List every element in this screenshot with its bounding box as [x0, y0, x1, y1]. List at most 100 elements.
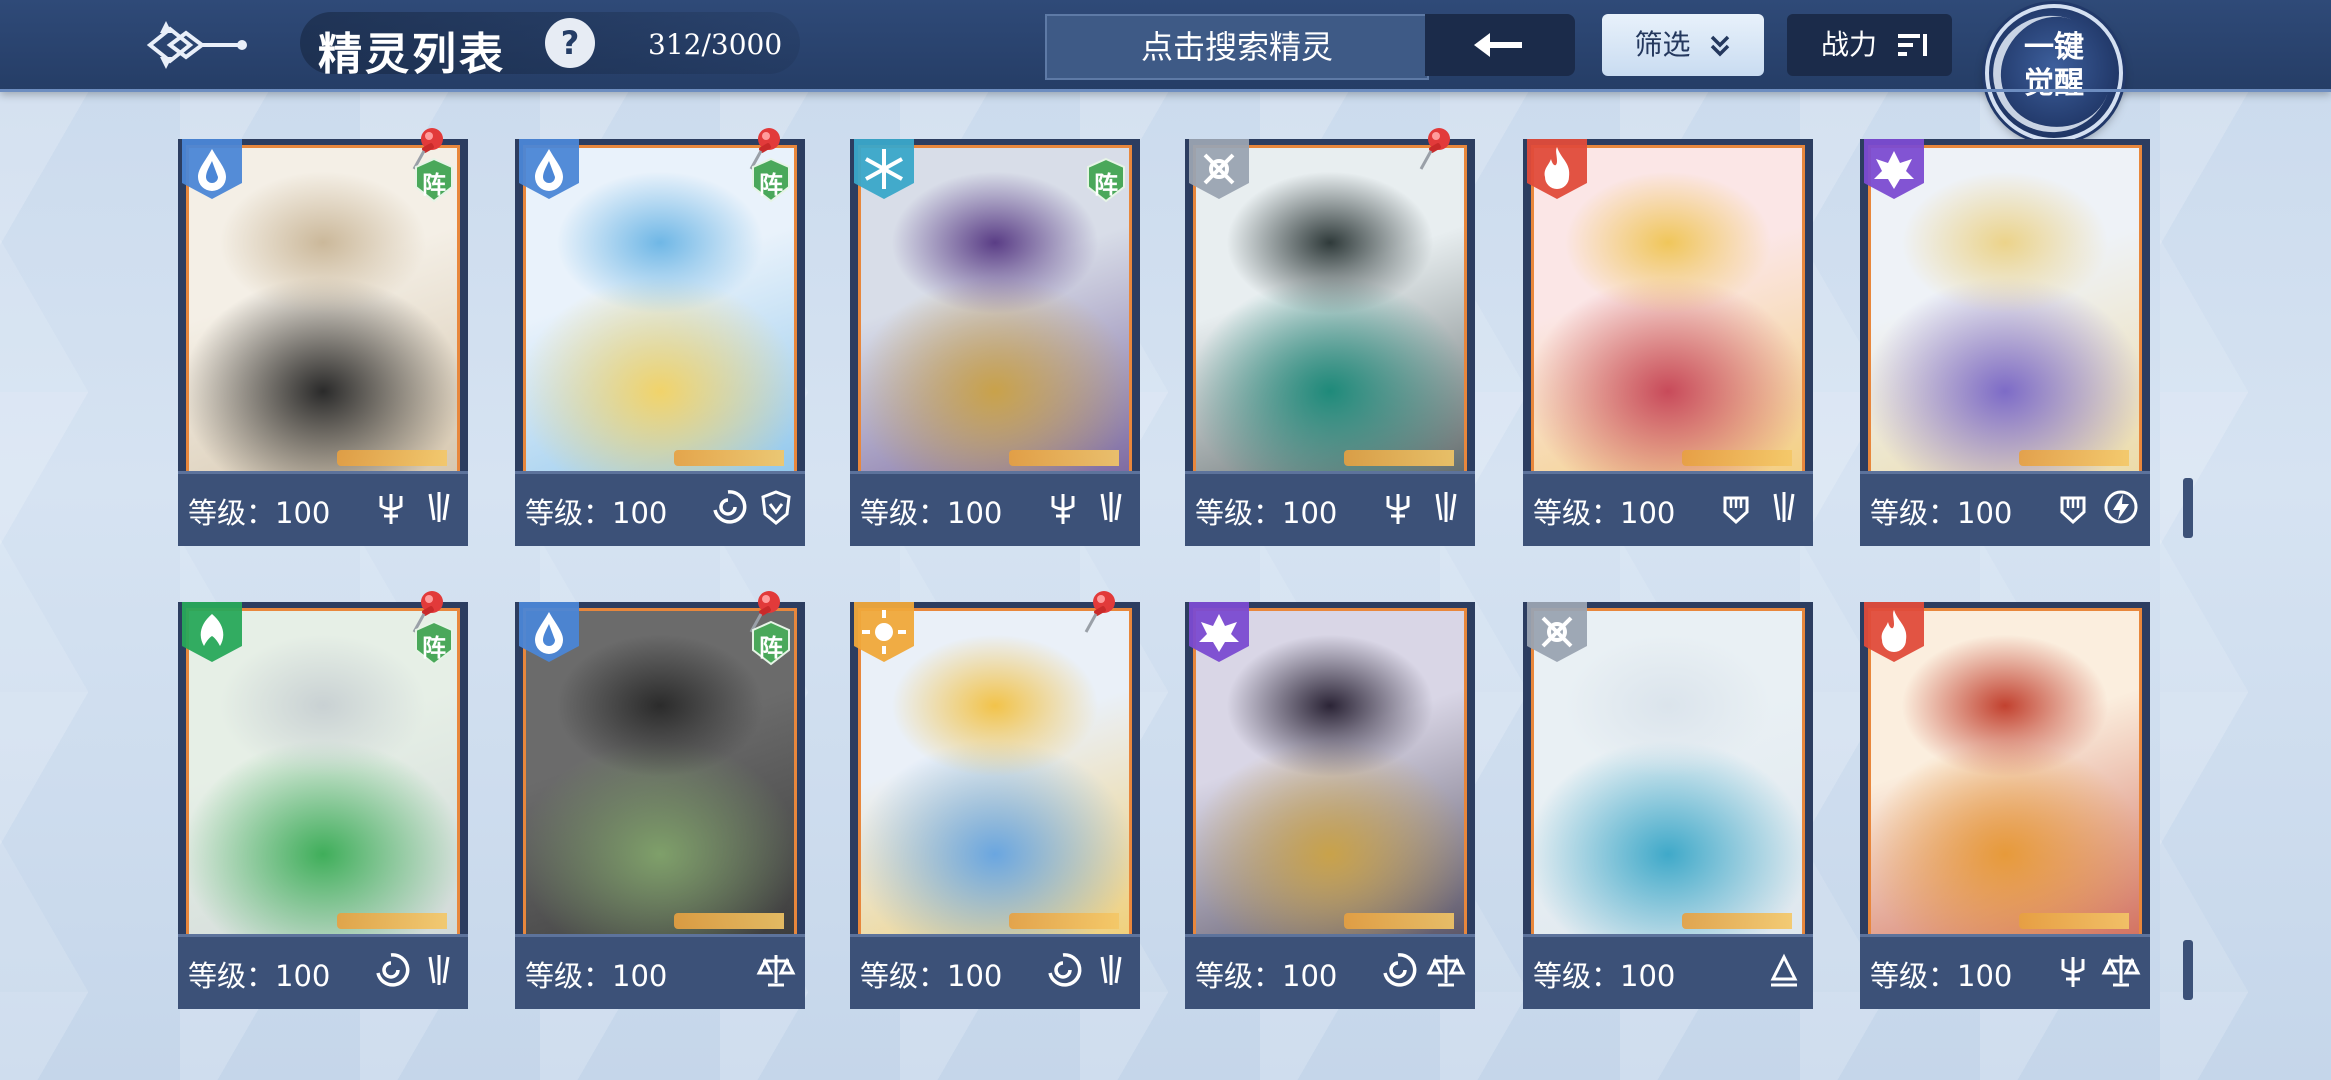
- card-info-bar: 等级：100: [1185, 471, 1475, 546]
- level-label: 等级：: [188, 959, 276, 993]
- card-info-bar: 等级：100: [850, 934, 1140, 1009]
- sort-button[interactable]: 战力: [1787, 14, 1952, 76]
- rarity-ribbon: [1344, 450, 1454, 466]
- rarity-ribbon: [1009, 913, 1119, 929]
- skill-icons: [2052, 949, 2142, 991]
- level-text: 等级：100: [525, 953, 667, 995]
- card-info-bar: 等级：100: [1860, 471, 2150, 546]
- next-card-edge: [2183, 478, 2193, 538]
- scale-icon: [1425, 949, 1467, 991]
- dark-element-icon: [1189, 602, 1249, 662]
- level-label: 等级：: [525, 959, 613, 993]
- swirl-icon: [1377, 949, 1419, 991]
- double-chevron-down-icon: [1711, 35, 1730, 57]
- water-element-icon: [182, 139, 242, 199]
- wind-element-icon: [182, 602, 242, 662]
- level-text: 等级：100: [1870, 953, 2012, 995]
- skill-icons: [755, 949, 797, 991]
- formation-badge: 阵: [412, 157, 456, 203]
- formation-label: 阵: [759, 633, 783, 662]
- awaken-label: 一键觉醒: [2024, 30, 2084, 101]
- skill-icons: [1377, 949, 1467, 991]
- spirit-card[interactable]: 阵 等级：100: [178, 591, 468, 1027]
- spirit-card[interactable]: 等级：100: [1860, 139, 2150, 564]
- water-element-icon: [519, 139, 579, 199]
- ice-element-icon: [854, 139, 914, 199]
- level-text: 等级：100: [1195, 490, 1337, 532]
- next-card-edge: [2183, 940, 2193, 1000]
- fist-icon: [2052, 486, 2094, 528]
- level-text: 等级：100: [525, 490, 667, 532]
- water-element-icon: [519, 602, 579, 662]
- card-info-bar: 等级：100: [1185, 934, 1475, 1009]
- level-text: 等级：100: [1195, 953, 1337, 995]
- level-label: 等级：: [860, 959, 948, 993]
- rarity-ribbon: [1682, 450, 1792, 466]
- spirit-card[interactable]: 等级：100: [1185, 128, 1475, 564]
- formation-label: 阵: [759, 170, 783, 199]
- rarity-ribbon: [337, 913, 447, 929]
- level-label: 等级：: [1533, 496, 1621, 530]
- top-bar: 精灵列表 ? 312/3000 点击搜索精灵 筛选 战力 一键觉醒: [0, 0, 2331, 142]
- dark-element-icon: [1864, 139, 1924, 199]
- skill-icons: [707, 486, 797, 528]
- one-click-awaken-button[interactable]: 一键觉醒: [1985, 4, 2123, 142]
- spirit-card[interactable]: 阵 等级：100: [850, 139, 1140, 564]
- level-text: 等级：100: [188, 953, 330, 995]
- pin-icon: [1417, 125, 1455, 173]
- skill-icons: [1042, 486, 1132, 528]
- level-value: 100: [947, 496, 1003, 530]
- spirit-card[interactable]: 阵 等级：100: [515, 591, 805, 1027]
- filter-label: 筛选: [1634, 28, 1691, 61]
- fire-element-icon: [1864, 602, 1924, 662]
- spirit-card[interactable]: 等级：100: [1523, 139, 1813, 564]
- formation-badge: 阵: [749, 620, 793, 666]
- level-text: 等级：100: [860, 490, 1002, 532]
- trident-icon: [2052, 949, 2094, 991]
- level-label: 等级：: [1195, 959, 1283, 993]
- skill-icons: [1042, 949, 1132, 991]
- spirit-card[interactable]: 阵 等级：100: [178, 128, 468, 564]
- scale-icon: [755, 949, 797, 991]
- arrow-left-icon: [1474, 33, 1522, 57]
- level-value: 100: [1620, 959, 1676, 993]
- back-button[interactable]: [140, 10, 250, 80]
- neutral-element-icon: [1527, 602, 1587, 662]
- level-text: 等级：100: [188, 490, 330, 532]
- spirit-card[interactable]: 等级：100: [1523, 602, 1813, 1027]
- level-label: 等级：: [1870, 959, 1958, 993]
- formation-label: 阵: [422, 633, 446, 662]
- tome-icon: [1763, 949, 1805, 991]
- level-label: 等级：: [188, 496, 276, 530]
- level-text: 等级：100: [1533, 953, 1675, 995]
- swirl-icon: [707, 486, 749, 528]
- card-info-bar: 等级：100: [1860, 934, 2150, 1009]
- skill-icons: [1377, 486, 1467, 528]
- bolt-icon: [2100, 486, 2142, 528]
- card-info-bar: 等级：100: [178, 934, 468, 1009]
- spirit-card[interactable]: 阵 等级：100: [515, 128, 805, 564]
- formation-label: 阵: [422, 170, 446, 199]
- card-info-bar: 等级：100: [515, 471, 805, 546]
- claw-icon: [418, 486, 460, 528]
- spirit-card[interactable]: 等级：100: [1860, 602, 2150, 1027]
- scale-icon: [2100, 949, 2142, 991]
- rarity-ribbon: [1009, 450, 1119, 466]
- help-button[interactable]: ?: [545, 18, 595, 68]
- search-input[interactable]: 点击搜索精灵: [1045, 14, 1429, 80]
- sort-label: 战力: [1821, 28, 1878, 61]
- level-label: 等级：: [1533, 959, 1621, 993]
- filter-button[interactable]: 筛选: [1602, 14, 1764, 76]
- level-value: 100: [612, 496, 668, 530]
- ornate-back-emblem-icon: [146, 21, 247, 69]
- fire-element-icon: [1527, 139, 1587, 199]
- rarity-ribbon: [337, 450, 447, 466]
- spirit-card[interactable]: 等级：100: [850, 591, 1140, 1027]
- formation-badge: 阵: [412, 620, 456, 666]
- clear-search-button[interactable]: [1425, 14, 1575, 76]
- trident-icon: [370, 486, 412, 528]
- fist-icon: [1715, 486, 1757, 528]
- formation-badge: 阵: [1084, 157, 1128, 203]
- spirit-card[interactable]: 等级：100: [1185, 602, 1475, 1027]
- skill-icons: [370, 949, 460, 991]
